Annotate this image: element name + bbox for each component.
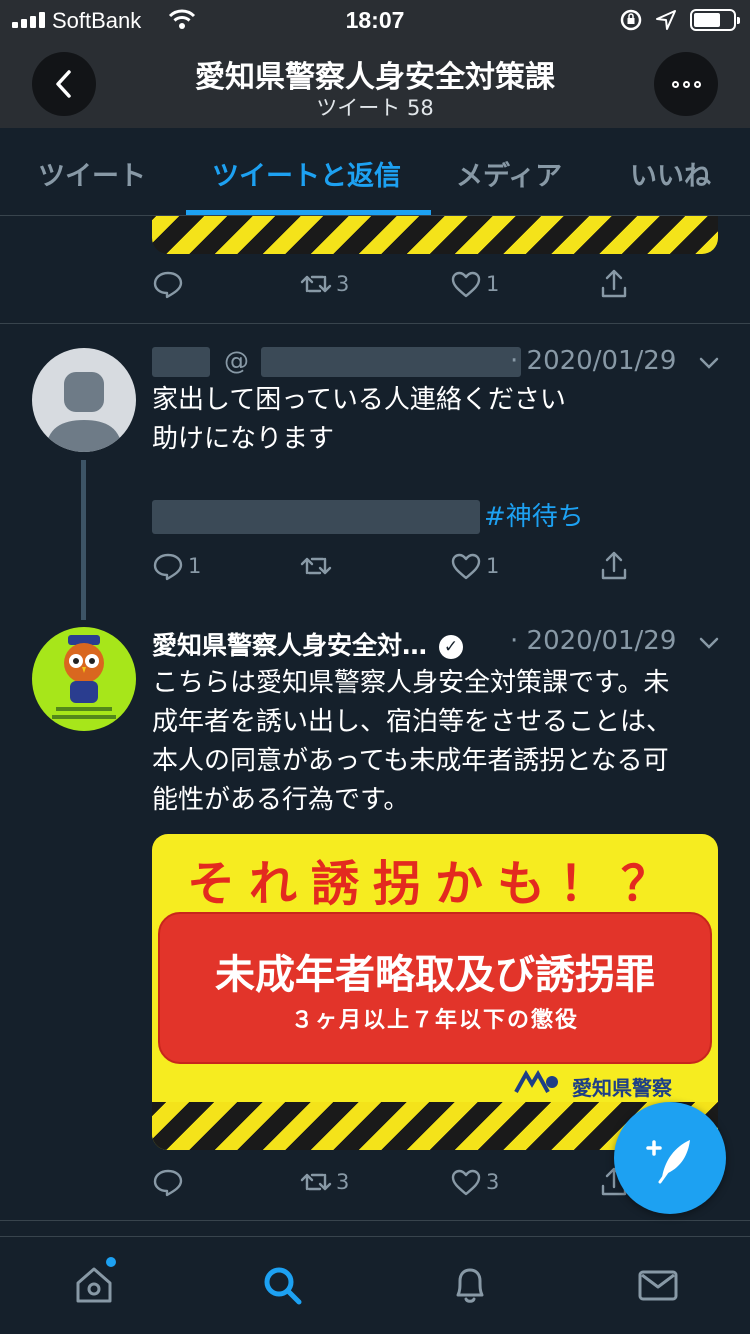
heart-icon bbox=[451, 553, 481, 580]
status-bar: SoftBank 18:07 bbox=[0, 0, 750, 40]
retweet-button[interactable] bbox=[300, 550, 332, 582]
like-button[interactable]: 1 bbox=[450, 268, 499, 300]
redacted-text bbox=[152, 500, 480, 534]
tweet-text-line: 助けになります bbox=[152, 424, 335, 454]
chevron-down-icon[interactable] bbox=[698, 352, 720, 374]
reply-icon bbox=[153, 271, 183, 299]
tweet-divider bbox=[0, 323, 750, 324]
tab-tweets[interactable]: ツイート bbox=[38, 154, 146, 193]
like-count: 3 bbox=[486, 1170, 500, 1194]
messages-envelope-icon[interactable] bbox=[636, 1263, 680, 1307]
like-count: 1 bbox=[486, 272, 500, 296]
heart-icon bbox=[451, 1169, 481, 1196]
retweet-count: 3 bbox=[336, 1170, 350, 1194]
reply-button[interactable]: 1 bbox=[152, 550, 201, 582]
like-button[interactable]: 1 bbox=[450, 550, 499, 582]
bottom-navigation bbox=[0, 1236, 750, 1334]
tweet-date: · 2020/01/29 bbox=[510, 626, 677, 656]
image-headline: それ誘拐かも！？ bbox=[186, 856, 683, 912]
page-title: 愛知県警察人身安全対策課 bbox=[195, 60, 555, 95]
chevron-down-icon[interactable] bbox=[698, 632, 720, 654]
share-icon bbox=[601, 269, 627, 298]
tab-tweets-and-replies[interactable]: ツイートと返信 bbox=[212, 154, 401, 193]
retweet-icon bbox=[300, 1173, 332, 1191]
image-sub-text: ３ヶ月以上７年以下の懲役 bbox=[290, 1008, 579, 1033]
share-icon bbox=[601, 551, 627, 580]
hashtag-link[interactable]: #神待ち bbox=[484, 498, 584, 537]
tweet-text-line: こちらは愛知県警察人身安全対策課です。未 bbox=[152, 668, 670, 698]
search-icon[interactable] bbox=[260, 1263, 304, 1307]
reply-button[interactable] bbox=[152, 268, 184, 300]
new-content-dot bbox=[106, 1257, 116, 1267]
retweet-icon bbox=[300, 275, 332, 293]
tweet-author-line: @ bbox=[152, 346, 521, 377]
tweet-blurred-line bbox=[152, 500, 480, 534]
tweet-text: こちらは愛知県警察人身安全対策課です。未 成年者を誘い出し、宿泊等をさせることは… bbox=[152, 664, 672, 820]
location-icon bbox=[656, 10, 676, 30]
tweet-image[interactable] bbox=[152, 216, 718, 254]
retweet-button[interactable]: 3 bbox=[300, 268, 349, 300]
police-logo-icon bbox=[514, 1070, 558, 1093]
battery-icon bbox=[690, 9, 740, 31]
compose-tweet-button[interactable] bbox=[614, 1102, 726, 1214]
retweet-count: 3 bbox=[336, 272, 350, 296]
retweet-icon bbox=[300, 557, 332, 575]
avatar[interactable] bbox=[32, 627, 136, 731]
tweet-text-line: 成年者を誘い出し、宿泊等をさせることは、 bbox=[152, 707, 673, 737]
image-warning-box: 未成年者略取及び誘拐罪 ３ヶ月以上７年以下の懲役 bbox=[158, 912, 712, 1064]
compose-feather-icon bbox=[646, 1140, 690, 1184]
tweet-date: · 2020/01/29 bbox=[510, 346, 677, 376]
author-name[interactable]: 愛知県警察人身安全対… bbox=[152, 631, 427, 660]
tweet-actions: 1 1 bbox=[152, 550, 642, 590]
heart-icon bbox=[451, 271, 481, 298]
reply-button[interactable] bbox=[152, 1166, 184, 1198]
tweet-divider bbox=[0, 1220, 750, 1221]
tweet-actions: 3 3 bbox=[152, 1166, 642, 1206]
tweet-text: 家出して困っている人連絡ください 助けになります bbox=[152, 381, 566, 459]
reply-icon bbox=[153, 553, 183, 581]
retweet-button[interactable]: 3 bbox=[300, 1166, 349, 1198]
reply-count: 1 bbox=[188, 554, 202, 578]
share-button[interactable] bbox=[598, 550, 630, 582]
police-mascot-icon bbox=[52, 635, 116, 719]
redacted-name bbox=[152, 347, 210, 377]
tweet-text-line: 家出して困っている人連絡ください bbox=[152, 385, 566, 415]
thread-connector bbox=[81, 460, 86, 620]
tweet-author-line: 愛知県警察人身安全対… ✓ bbox=[152, 626, 464, 662]
notifications-bell-icon[interactable] bbox=[448, 1263, 492, 1307]
at-symbol: @ bbox=[223, 346, 249, 375]
tweet-image[interactable]: それ誘拐かも！？ 未成年者略取及び誘拐罪 ３ヶ月以上７年以下の懲役 愛知県警察 bbox=[152, 834, 718, 1150]
verified-badge-icon: ✓ bbox=[439, 635, 464, 659]
tweet-text-line: 能性がある行為です。 bbox=[152, 785, 410, 815]
home-icon[interactable] bbox=[72, 1263, 116, 1307]
like-button[interactable]: 3 bbox=[450, 1166, 499, 1198]
default-avatar-icon bbox=[46, 372, 122, 452]
image-main-text: 未成年者略取及び誘拐罪 bbox=[215, 952, 655, 998]
tweet-text-line: 本人の同意があっても未成年者誘拐となる可 bbox=[152, 746, 669, 776]
tweet-count: ツイート 58 bbox=[316, 96, 434, 120]
orientation-lock-icon bbox=[620, 9, 642, 31]
tab-likes[interactable]: いいね bbox=[630, 154, 711, 193]
redacted-handle bbox=[260, 347, 521, 377]
reply-icon bbox=[153, 1169, 183, 1197]
more-options-button[interactable] bbox=[654, 52, 718, 116]
like-count: 1 bbox=[486, 554, 500, 578]
more-dots-icon bbox=[671, 80, 679, 88]
share-button[interactable] bbox=[598, 268, 630, 300]
avatar[interactable] bbox=[32, 348, 136, 452]
profile-header: 愛知県警察人身安全対策課 ツイート 58 bbox=[0, 40, 750, 128]
profile-tabs: ツイート ツイートと返信 メディア いいね bbox=[0, 128, 750, 216]
active-tab-indicator bbox=[186, 210, 431, 215]
image-logo-text: 愛知県警察 bbox=[572, 1076, 672, 1100]
tweet-actions: 3 1 bbox=[152, 268, 642, 308]
tab-media[interactable]: メディア bbox=[456, 154, 562, 193]
